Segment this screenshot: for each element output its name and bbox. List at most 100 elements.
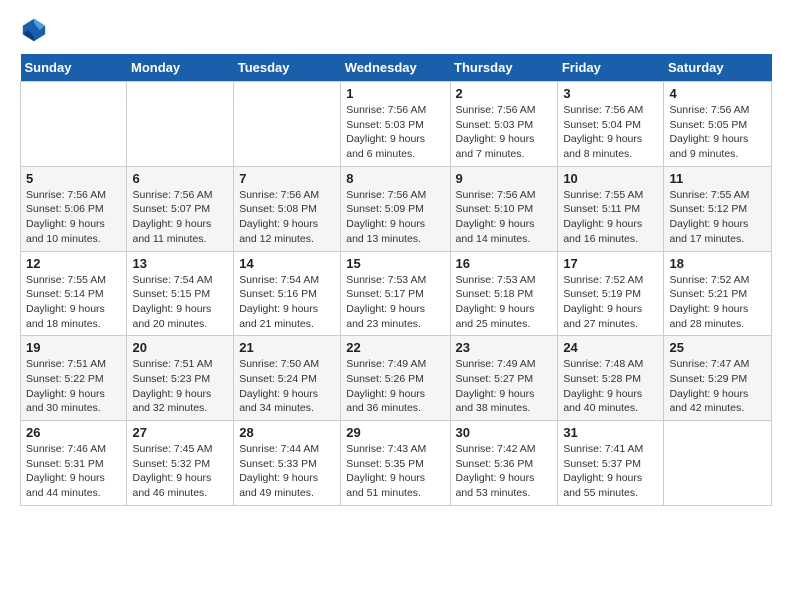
day-number: 11 bbox=[669, 171, 766, 186]
day-cell: 22 Sunrise: 7:49 AM Sunset: 5:26 PM Dayli… bbox=[341, 336, 450, 421]
week-row-3: 12 Sunrise: 7:55 AM Sunset: 5:14 PM Dayli… bbox=[21, 251, 772, 336]
day-info: Sunrise: 7:49 AM Sunset: 5:27 PM Dayligh… bbox=[456, 357, 553, 416]
day-info: Sunrise: 7:56 AM Sunset: 5:03 PM Dayligh… bbox=[456, 103, 553, 162]
day-number: 28 bbox=[239, 425, 335, 440]
day-cell: 29Sunrise: 7:43 AM Sunset: 5:35 PM Dayli… bbox=[341, 421, 450, 506]
day-number: 14 bbox=[239, 256, 335, 271]
day-info: Sunrise: 7:45 AM Sunset: 5:32 PM Dayligh… bbox=[132, 442, 228, 501]
day-cell: 20Sunrise: 7:51 AM Sunset: 5:23 PM Dayli… bbox=[127, 336, 234, 421]
day-cell bbox=[127, 82, 234, 167]
logo-icon bbox=[20, 16, 48, 44]
day-number: 7 bbox=[239, 171, 335, 186]
day-cell: 28 Sunrise: 7:44 AM Sunset: 5:33 PM Dayli… bbox=[234, 421, 341, 506]
day-info: Sunrise: 7:52 AM Sunset: 5:19 PM Dayligh… bbox=[563, 273, 658, 332]
day-info: Sunrise: 7:55 AM Sunset: 5:14 PM Dayligh… bbox=[26, 273, 121, 332]
day-info: Sunrise: 7:55 AM Sunset: 5:12 PM Dayligh… bbox=[669, 188, 766, 247]
day-number: 2 bbox=[456, 86, 553, 101]
day-info: Sunrise: 7:43 AM Sunset: 5:35 PM Dayligh… bbox=[346, 442, 444, 501]
day-number: 1 bbox=[346, 86, 444, 101]
day-cell: 17 Sunrise: 7:52 AM Sunset: 5:19 PM Dayli… bbox=[558, 251, 664, 336]
day-number: 18 bbox=[669, 256, 766, 271]
header-row: SundayMondayTuesdayWednesdayThursdayFrid… bbox=[21, 54, 772, 82]
day-number: 15 bbox=[346, 256, 444, 271]
day-info: Sunrise: 7:53 AM Sunset: 5:17 PM Dayligh… bbox=[346, 273, 444, 332]
day-number: 19 bbox=[26, 340, 121, 355]
day-number: 17 bbox=[563, 256, 658, 271]
day-info: Sunrise: 7:56 AM Sunset: 5:06 PM Dayligh… bbox=[26, 188, 121, 247]
day-info: Sunrise: 7:54 AM Sunset: 5:15 PM Dayligh… bbox=[132, 273, 228, 332]
header-cell-wednesday: Wednesday bbox=[341, 54, 450, 82]
day-info: Sunrise: 7:53 AM Sunset: 5:18 PM Dayligh… bbox=[456, 273, 553, 332]
day-number: 4 bbox=[669, 86, 766, 101]
day-number: 9 bbox=[456, 171, 553, 186]
day-number: 26 bbox=[26, 425, 121, 440]
day-cell: 27 Sunrise: 7:45 AM Sunset: 5:32 PM Dayli… bbox=[127, 421, 234, 506]
header bbox=[20, 16, 772, 44]
header-cell-saturday: Saturday bbox=[664, 54, 772, 82]
day-info: Sunrise: 7:41 AM Sunset: 5:37 PM Dayligh… bbox=[563, 442, 658, 501]
day-cell: 8 Sunrise: 7:56 AM Sunset: 5:09 PM Daylig… bbox=[341, 166, 450, 251]
day-number: 30 bbox=[456, 425, 553, 440]
day-cell: 26 Sunrise: 7:46 AM Sunset: 5:31 PM Dayli… bbox=[21, 421, 127, 506]
day-number: 8 bbox=[346, 171, 444, 186]
header-cell-sunday: Sunday bbox=[21, 54, 127, 82]
day-cell: 2 Sunrise: 7:56 AM Sunset: 5:03 PM Daylig… bbox=[450, 82, 558, 167]
day-number: 3 bbox=[563, 86, 658, 101]
day-info: Sunrise: 7:44 AM Sunset: 5:33 PM Dayligh… bbox=[239, 442, 335, 501]
day-cell: 25 Sunrise: 7:47 AM Sunset: 5:29 PM Dayli… bbox=[664, 336, 772, 421]
calendar-body: 1 Sunrise: 7:56 AM Sunset: 5:03 PM Daylig… bbox=[21, 82, 772, 506]
day-number: 10 bbox=[563, 171, 658, 186]
day-info: Sunrise: 7:56 AM Sunset: 5:09 PM Dayligh… bbox=[346, 188, 444, 247]
day-cell: 24Sunrise: 7:48 AM Sunset: 5:28 PM Dayli… bbox=[558, 336, 664, 421]
day-number: 16 bbox=[456, 256, 553, 271]
day-info: Sunrise: 7:54 AM Sunset: 5:16 PM Dayligh… bbox=[239, 273, 335, 332]
day-info: Sunrise: 7:51 AM Sunset: 5:22 PM Dayligh… bbox=[26, 357, 121, 416]
day-info: Sunrise: 7:49 AM Sunset: 5:26 PM Dayligh… bbox=[346, 357, 444, 416]
day-cell: 18Sunrise: 7:52 AM Sunset: 5:21 PM Dayli… bbox=[664, 251, 772, 336]
day-info: Sunrise: 7:46 AM Sunset: 5:31 PM Dayligh… bbox=[26, 442, 121, 501]
week-row-5: 26 Sunrise: 7:46 AM Sunset: 5:31 PM Dayli… bbox=[21, 421, 772, 506]
day-number: 22 bbox=[346, 340, 444, 355]
day-cell bbox=[234, 82, 341, 167]
day-info: Sunrise: 7:50 AM Sunset: 5:24 PM Dayligh… bbox=[239, 357, 335, 416]
header-cell-tuesday: Tuesday bbox=[234, 54, 341, 82]
header-cell-friday: Friday bbox=[558, 54, 664, 82]
day-number: 27 bbox=[132, 425, 228, 440]
day-number: 23 bbox=[456, 340, 553, 355]
day-info: Sunrise: 7:55 AM Sunset: 5:11 PM Dayligh… bbox=[563, 188, 658, 247]
day-cell: 9 Sunrise: 7:56 AM Sunset: 5:10 PM Daylig… bbox=[450, 166, 558, 251]
day-cell: 4 Sunrise: 7:56 AM Sunset: 5:05 PM Daylig… bbox=[664, 82, 772, 167]
day-number: 13 bbox=[132, 256, 228, 271]
day-cell: 5 Sunrise: 7:56 AM Sunset: 5:06 PM Daylig… bbox=[21, 166, 127, 251]
day-info: Sunrise: 7:56 AM Sunset: 5:10 PM Dayligh… bbox=[456, 188, 553, 247]
day-info: Sunrise: 7:56 AM Sunset: 5:08 PM Dayligh… bbox=[239, 188, 335, 247]
header-cell-monday: Monday bbox=[127, 54, 234, 82]
day-cell: 14 Sunrise: 7:54 AM Sunset: 5:16 PM Dayli… bbox=[234, 251, 341, 336]
day-number: 21 bbox=[239, 340, 335, 355]
page: SundayMondayTuesdayWednesdayThursdayFrid… bbox=[0, 0, 792, 516]
day-cell: 7 Sunrise: 7:56 AM Sunset: 5:08 PM Daylig… bbox=[234, 166, 341, 251]
week-row-1: 1 Sunrise: 7:56 AM Sunset: 5:03 PM Daylig… bbox=[21, 82, 772, 167]
day-cell: 16 Sunrise: 7:53 AM Sunset: 5:18 PM Dayli… bbox=[450, 251, 558, 336]
day-cell: 10 Sunrise: 7:55 AM Sunset: 5:11 PM Dayli… bbox=[558, 166, 664, 251]
day-info: Sunrise: 7:47 AM Sunset: 5:29 PM Dayligh… bbox=[669, 357, 766, 416]
day-cell: 6Sunrise: 7:56 AM Sunset: 5:07 PM Daylig… bbox=[127, 166, 234, 251]
day-cell: 31Sunrise: 7:41 AM Sunset: 5:37 PM Dayli… bbox=[558, 421, 664, 506]
day-cell: 19 Sunrise: 7:51 AM Sunset: 5:22 PM Dayli… bbox=[21, 336, 127, 421]
day-cell bbox=[664, 421, 772, 506]
day-info: Sunrise: 7:56 AM Sunset: 5:07 PM Dayligh… bbox=[132, 188, 228, 247]
day-info: Sunrise: 7:42 AM Sunset: 5:36 PM Dayligh… bbox=[456, 442, 553, 501]
day-cell: 15 Sunrise: 7:53 AM Sunset: 5:17 PM Dayli… bbox=[341, 251, 450, 336]
day-info: Sunrise: 7:56 AM Sunset: 5:03 PM Dayligh… bbox=[346, 103, 444, 162]
day-number: 25 bbox=[669, 340, 766, 355]
day-cell: 13 Sunrise: 7:54 AM Sunset: 5:15 PM Dayli… bbox=[127, 251, 234, 336]
day-number: 20 bbox=[132, 340, 228, 355]
day-cell: 3Sunrise: 7:56 AM Sunset: 5:04 PM Daylig… bbox=[558, 82, 664, 167]
day-cell: 11 Sunrise: 7:55 AM Sunset: 5:12 PM Dayli… bbox=[664, 166, 772, 251]
day-number: 12 bbox=[26, 256, 121, 271]
week-row-2: 5 Sunrise: 7:56 AM Sunset: 5:06 PM Daylig… bbox=[21, 166, 772, 251]
day-info: Sunrise: 7:56 AM Sunset: 5:05 PM Dayligh… bbox=[669, 103, 766, 162]
day-number: 5 bbox=[26, 171, 121, 186]
day-cell: 30 Sunrise: 7:42 AM Sunset: 5:36 PM Dayli… bbox=[450, 421, 558, 506]
calendar-table: SundayMondayTuesdayWednesdayThursdayFrid… bbox=[20, 54, 772, 506]
